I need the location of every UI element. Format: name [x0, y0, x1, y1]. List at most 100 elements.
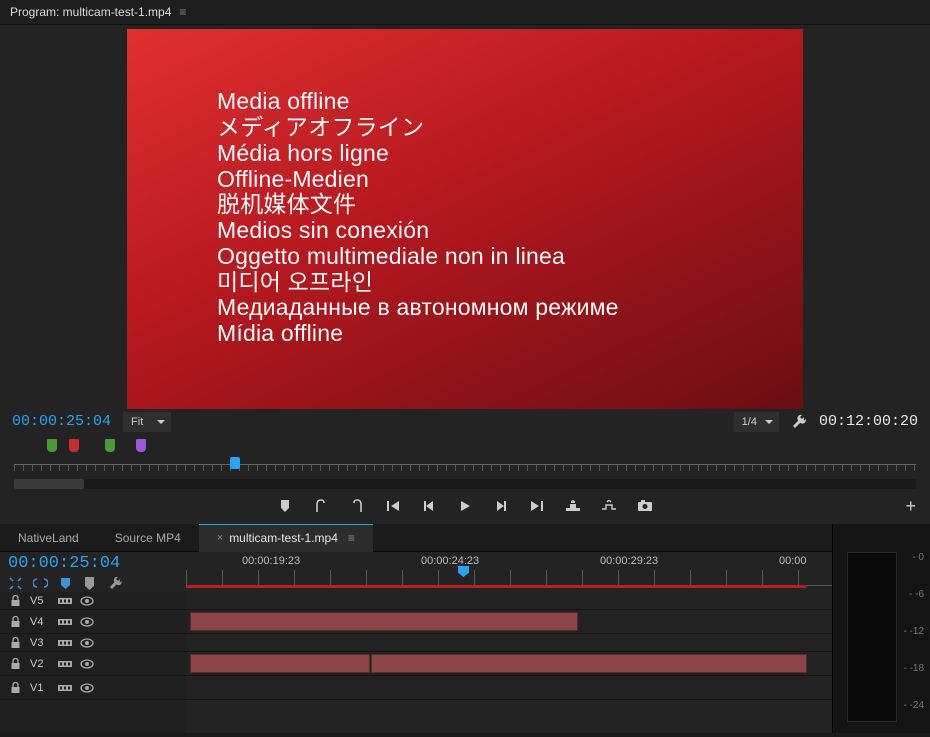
offline-text-line: Medios sin conexión	[217, 218, 803, 244]
track-area[interactable]	[186, 592, 832, 733]
timeline-marker-icon[interactable]	[83, 576, 98, 591]
sync-lock-icon[interactable]	[58, 658, 72, 670]
program-zoom-scrollbar[interactable]	[14, 479, 916, 489]
audio-meter: - 0- -6- -12- -18- -24	[832, 524, 930, 733]
lock-icon[interactable]	[8, 616, 22, 628]
extract-button[interactable]	[598, 495, 620, 517]
track-header[interactable]: V5	[0, 592, 186, 610]
step-back-button[interactable]	[418, 495, 440, 517]
timeline-timecode[interactable]: 00:00:25:04	[8, 554, 120, 573]
track-lane[interactable]	[186, 634, 832, 652]
ruler-label: 00:00	[779, 555, 807, 567]
duration-timecode: 00:12:00:20	[819, 413, 918, 430]
lock-icon[interactable]	[8, 595, 22, 607]
play-button[interactable]	[454, 495, 476, 517]
go-to-out-button[interactable]	[526, 495, 548, 517]
panel-menu-icon[interactable]: ≡	[348, 531, 355, 545]
toggle-track-output-icon[interactable]	[80, 595, 94, 607]
monitor-info-bar: 00:00:25:04 Fit 1/4 00:12:00:20	[0, 409, 930, 434]
program-scrubber[interactable]	[14, 460, 916, 479]
program-playhead[interactable]	[230, 457, 240, 469]
offline-text-line: 미디어 오프라인	[217, 270, 803, 296]
clip[interactable]	[190, 612, 578, 631]
offline-text-line: Mídia offline	[217, 321, 803, 347]
toggle-track-output-icon[interactable]	[80, 616, 94, 628]
clip[interactable]	[190, 654, 370, 673]
track-header[interactable]: V1	[0, 676, 186, 700]
program-monitor: Program: multicam-test-1.mp4 ≡ Media off…	[0, 0, 930, 524]
offline-text-line: Oggetto multimediale non in linea	[217, 244, 803, 270]
add-marker-timeline-icon[interactable]	[58, 576, 73, 591]
sync-lock-icon[interactable]	[58, 616, 72, 628]
timeline-panel: NativeLand Source MP4 × multicam-test-1.mp4…	[0, 524, 930, 733]
tab-label: NativeLand	[18, 531, 79, 545]
timeline-ruler[interactable]: 00:00:19:23 00:00:24:23 00:00:29:23 00:00	[186, 552, 832, 592]
linked-selection-icon[interactable]	[33, 576, 48, 591]
toggle-track-output-icon[interactable]	[80, 682, 94, 694]
quality-select[interactable]: 1/4	[734, 412, 779, 432]
current-timecode[interactable]: 00:00:25:04	[12, 413, 111, 430]
track-name: V5	[30, 595, 50, 607]
lock-icon[interactable]	[8, 637, 22, 649]
add-marker-button[interactable]	[274, 495, 296, 517]
button-editor-button[interactable]: +	[905, 496, 916, 517]
track-header[interactable]: V3	[0, 634, 186, 652]
transport-controls: +	[0, 489, 930, 524]
lift-button[interactable]	[562, 495, 584, 517]
marker[interactable]	[47, 439, 57, 452]
marker[interactable]	[69, 439, 79, 452]
sequence-tabs: NativeLand Source MP4 × multicam-test-1.mp4…	[0, 524, 832, 552]
offline-text-line: 脱机媒体文件	[217, 192, 803, 218]
media-offline-slate: Media offlineメディアオフラインMédia hors ligneOf…	[127, 29, 803, 409]
settings-wrench-icon[interactable]	[791, 414, 807, 430]
sync-lock-icon[interactable]	[58, 682, 72, 694]
work-area-bar[interactable]	[186, 585, 806, 588]
ruler-label: 00:00:24:23	[421, 555, 479, 567]
snap-icon[interactable]	[8, 576, 23, 591]
close-icon[interactable]: ×	[217, 532, 223, 544]
sync-lock-icon[interactable]	[58, 637, 72, 649]
tab-label: multicam-test-1.mp4	[229, 531, 338, 545]
toggle-track-output-icon[interactable]	[80, 658, 94, 670]
go-to-in-button[interactable]	[382, 495, 404, 517]
ruler-label: 00:00:29:23	[600, 555, 658, 567]
export-frame-button[interactable]	[634, 495, 656, 517]
panel-menu-icon[interactable]: ≡	[179, 5, 186, 19]
track-header[interactable]: V2	[0, 652, 186, 676]
meter-tick: - -24	[903, 700, 924, 737]
mark-in-button[interactable]	[310, 495, 332, 517]
markers-band[interactable]	[0, 435, 930, 460]
track-lane[interactable]	[186, 676, 832, 700]
lock-icon[interactable]	[8, 682, 22, 694]
lock-icon[interactable]	[8, 658, 22, 670]
timeline-settings-wrench-icon[interactable]	[108, 576, 123, 591]
track-lane[interactable]	[186, 592, 832, 610]
track-name: V3	[30, 637, 50, 649]
meter-tick: - -6	[903, 589, 924, 626]
toggle-track-output-icon[interactable]	[80, 637, 94, 649]
marker[interactable]	[105, 439, 115, 452]
mark-out-button[interactable]	[346, 495, 368, 517]
viewer-area: Media offlineメディアオフラインMédia hors ligneOf…	[0, 25, 930, 409]
meter-tick: - 0	[903, 552, 924, 589]
sequence-tab[interactable]: Source MP4	[97, 524, 199, 552]
offline-text-line: Media offline	[217, 89, 803, 115]
ruler-label: 00:00:19:23	[242, 555, 300, 567]
zoom-select[interactable]: Fit	[123, 412, 171, 432]
track-header[interactable]: V4	[0, 610, 186, 634]
timeline-header: 00:00:25:04 00:00:19:2300:00:24:2300:00:…	[0, 552, 832, 592]
step-forward-button[interactable]	[490, 495, 512, 517]
offline-text-line: Offline-Medien	[217, 167, 803, 193]
track-name: V4	[30, 616, 50, 628]
offline-text-line: Медиаданные в автономном режиме	[217, 295, 803, 321]
track-name: V1	[30, 682, 50, 694]
tab-label: Source MP4	[115, 531, 181, 545]
program-header: Program: multicam-test-1.mp4 ≡	[0, 0, 930, 25]
clip[interactable]	[371, 654, 807, 673]
marker[interactable]	[136, 439, 146, 452]
sync-lock-icon[interactable]	[58, 595, 72, 607]
offline-text-line: メディアオフライン	[217, 115, 803, 141]
sequence-tab[interactable]: × multicam-test-1.mp4 ≡	[199, 524, 373, 552]
sequence-tab[interactable]: NativeLand	[0, 524, 97, 552]
offline-text-line: Média hors ligne	[217, 141, 803, 167]
